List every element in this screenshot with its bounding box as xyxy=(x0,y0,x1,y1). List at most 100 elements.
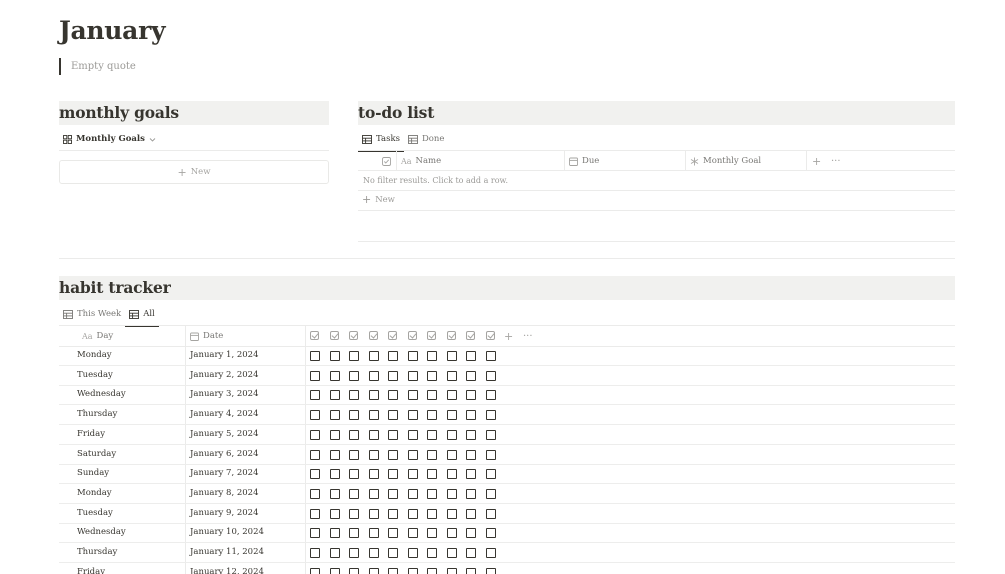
day-cell[interactable]: Wednesday xyxy=(77,385,126,404)
habit-checkbox[interactable] xyxy=(407,370,418,381)
habit-checkbox[interactable] xyxy=(388,469,398,480)
date-cell[interactable]: January 12, 2024 xyxy=(190,563,264,574)
table-row[interactable]: Wednesday January 10, 2024 xyxy=(59,523,955,544)
habit-checkbox[interactable] xyxy=(427,370,437,381)
table-row[interactable]: Tuesday January 9, 2024 xyxy=(59,504,955,524)
habit-checkbox[interactable] xyxy=(427,390,437,401)
habit-checkbox[interactable] xyxy=(349,548,359,558)
habit-column-checkbox-icon[interactable] xyxy=(349,331,358,340)
habit-checkbox[interactable] xyxy=(329,508,340,519)
habit-checkbox[interactable] xyxy=(329,528,340,539)
habit-checkbox[interactable] xyxy=(485,410,496,421)
habit-checkbox[interactable] xyxy=(388,508,398,519)
habit-checkbox[interactable] xyxy=(427,488,437,499)
habit-checkbox[interactable] xyxy=(466,528,476,539)
habit-checkbox[interactable] xyxy=(427,351,437,361)
habit-checkbox[interactable] xyxy=(310,410,320,421)
habit-checkbox[interactable] xyxy=(310,488,320,499)
habit-checkbox[interactable] xyxy=(446,351,457,361)
habit-checkbox[interactable] xyxy=(485,567,496,574)
empty-message[interactable]: No filter results. Click to add a row. xyxy=(363,176,508,185)
habit-column-checkbox-icon[interactable] xyxy=(368,331,378,340)
habit-checkbox[interactable] xyxy=(446,548,457,558)
tab-all[interactable]: All xyxy=(125,303,159,327)
habit-checkbox[interactable] xyxy=(349,567,359,574)
habit-checkbox[interactable] xyxy=(349,469,359,480)
habit-checkbox[interactable] xyxy=(485,528,496,539)
day-cell[interactable]: Thursday xyxy=(77,405,117,424)
habit-checkbox[interactable] xyxy=(388,351,398,361)
habit-checkbox[interactable] xyxy=(329,449,340,460)
habit-checkbox[interactable] xyxy=(368,469,379,480)
habit-checkbox[interactable] xyxy=(446,449,457,460)
date-cell[interactable]: January 7, 2024 xyxy=(190,464,259,483)
date-cell[interactable]: January 1, 2024 xyxy=(190,346,259,365)
habit-checkbox[interactable] xyxy=(485,351,496,361)
habit-checkbox[interactable] xyxy=(466,548,476,558)
habit-checkbox[interactable] xyxy=(407,548,418,558)
habit-checkbox[interactable] xyxy=(388,370,398,381)
habit-checkbox[interactable] xyxy=(329,488,340,499)
table-row[interactable]: Tuesday January 2, 2024 xyxy=(59,366,955,386)
habit-checkbox[interactable] xyxy=(485,548,496,558)
habit-checkbox[interactable] xyxy=(446,508,457,519)
new-card-button[interactable]: + New xyxy=(59,160,329,184)
habit-checkbox[interactable] xyxy=(349,488,359,499)
habit-checkbox[interactable] xyxy=(368,528,379,539)
view-tab-monthly-goals[interactable]: Monthly Goals xyxy=(59,128,160,150)
habit-checkbox[interactable] xyxy=(329,370,340,381)
habit-column-checkbox-icon[interactable] xyxy=(329,331,339,340)
habit-checkbox[interactable] xyxy=(368,410,379,421)
habit-checkbox[interactable] xyxy=(368,390,379,401)
habit-checkbox[interactable] xyxy=(407,410,418,421)
day-cell[interactable]: Tuesday xyxy=(77,366,113,385)
habit-header-date[interactable]: Date xyxy=(190,326,223,346)
habit-checkbox[interactable] xyxy=(407,351,418,361)
todo-header-name[interactable]: Aa Name xyxy=(401,151,441,171)
habit-checkbox[interactable] xyxy=(446,567,457,574)
habit-checkbox[interactable] xyxy=(446,488,457,499)
habit-checkbox[interactable] xyxy=(427,410,437,421)
habit-checkbox[interactable] xyxy=(466,508,476,519)
habit-checkbox[interactable] xyxy=(427,449,437,460)
habit-checkbox[interactable] xyxy=(310,508,320,519)
habit-checkbox[interactable] xyxy=(310,548,320,558)
habit-checkbox[interactable] xyxy=(485,370,496,381)
habit-checkbox[interactable] xyxy=(388,488,398,499)
day-cell[interactable]: Sunday xyxy=(77,464,109,483)
date-cell[interactable]: January 10, 2024 xyxy=(190,523,264,542)
table-row[interactable]: Saturday January 6, 2024 xyxy=(59,445,955,465)
habit-checkbox[interactable] xyxy=(485,390,496,401)
habit-column-checkbox-icon[interactable] xyxy=(446,331,456,340)
habit-checkbox[interactable] xyxy=(446,370,457,381)
table-row[interactable]: Friday January 5, 2024 xyxy=(59,425,955,445)
habit-checkbox[interactable] xyxy=(388,449,398,460)
habit-checkbox[interactable] xyxy=(407,528,418,539)
habit-checkbox[interactable] xyxy=(446,390,457,401)
date-cell[interactable]: January 4, 2024 xyxy=(190,405,259,424)
habit-checkbox[interactable] xyxy=(329,548,340,558)
habit-checkbox[interactable] xyxy=(466,429,476,440)
day-cell[interactable]: Saturday xyxy=(77,445,116,464)
habit-checkbox[interactable] xyxy=(407,567,418,574)
habit-checkbox[interactable] xyxy=(388,410,398,421)
tab-this-week[interactable]: This Week xyxy=(59,303,125,325)
date-cell[interactable]: January 11, 2024 xyxy=(190,543,264,562)
habit-checkbox[interactable] xyxy=(349,390,359,401)
habit-checkbox[interactable] xyxy=(446,469,457,480)
tab-tasks[interactable]: Tasks xyxy=(358,128,404,152)
habit-column-checkbox-icon[interactable] xyxy=(388,331,397,340)
habit-checkbox[interactable] xyxy=(368,508,379,519)
day-cell[interactable]: Friday xyxy=(77,563,105,574)
habit-checkbox[interactable] xyxy=(407,488,418,499)
habit-checkbox[interactable] xyxy=(427,429,437,440)
table-row[interactable]: Friday January 12, 2024 xyxy=(59,563,955,574)
habit-checkbox[interactable] xyxy=(349,508,359,519)
page-title[interactable]: January xyxy=(59,16,165,45)
habit-column-checkbox-icon[interactable] xyxy=(466,331,475,340)
habit-checkbox[interactable] xyxy=(427,548,437,558)
add-property-button[interactable]: + xyxy=(812,151,821,171)
habit-checkbox[interactable] xyxy=(388,567,398,574)
table-row[interactable]: Monday January 8, 2024 xyxy=(59,484,955,504)
habit-checkbox[interactable] xyxy=(466,567,476,574)
